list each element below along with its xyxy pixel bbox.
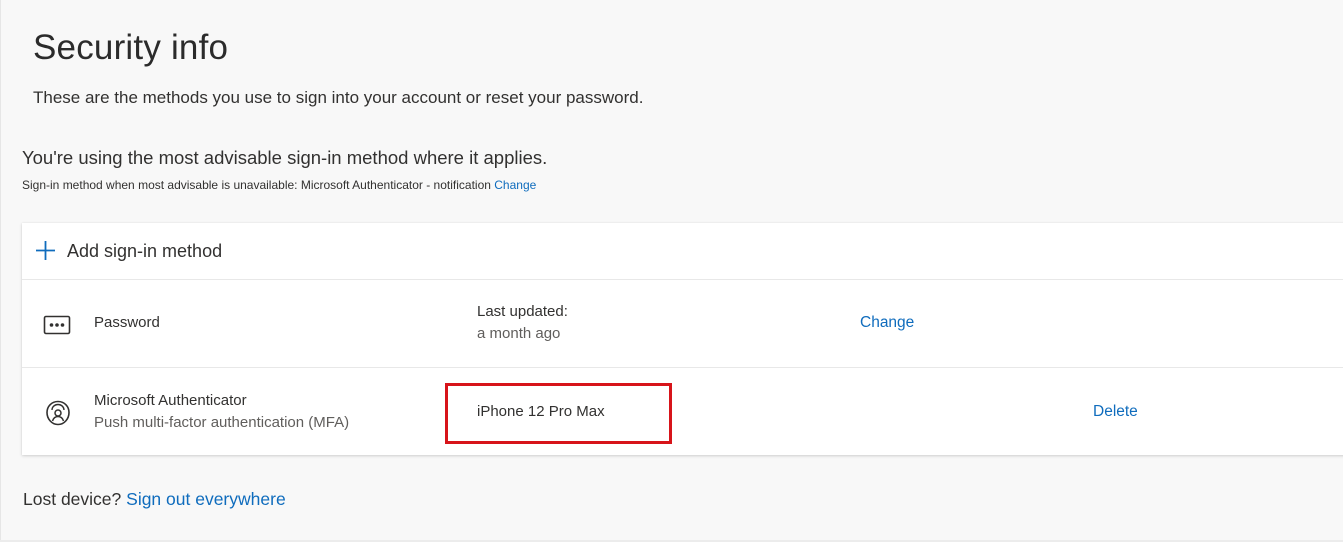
last-updated-label: Last updated:	[477, 303, 568, 320]
sign-in-methods-card: Add sign-in method Password Last updated…	[22, 223, 1343, 455]
page-left-edge	[0, 0, 1, 542]
device-highlight-box	[445, 383, 672, 444]
page-subtitle: These are the methods you use to sign in…	[33, 88, 644, 107]
advisable-method-heading: You're using the most advisable sign-in …	[22, 147, 548, 168]
add-sign-in-method-label: Add sign-in method	[67, 241, 223, 261]
authenticator-lock-icon	[46, 400, 70, 426]
page-title: Security info	[33, 28, 229, 67]
lost-device-label: Lost device?	[23, 489, 122, 509]
password-dots-icon	[43, 315, 71, 335]
change-default-method-link[interactable]: Change	[494, 178, 536, 192]
plus-icon	[36, 241, 55, 260]
method-name-authenticator: Microsoft Authenticator	[94, 392, 247, 409]
last-updated-value: a month ago	[477, 325, 561, 342]
method-row-password: Password Last updated: a month ago Chang…	[22, 279, 1343, 368]
method-subtext-authenticator: Push multi-factor authentication (MFA)	[94, 414, 350, 431]
method-row-authenticator: Microsoft Authenticator Push multi-facto…	[22, 368, 1343, 456]
add-sign-in-method-button[interactable]: Add sign-in method	[22, 223, 1343, 280]
sign-out-everywhere-link[interactable]: Sign out everywhere	[126, 489, 286, 509]
change-password-link[interactable]: Change	[860, 314, 914, 332]
lost-device-line: Lost device? Sign out everywhere	[23, 489, 286, 510]
default-method-line: Sign-in method when most advisable is un…	[22, 178, 536, 192]
default-method-description: Sign-in method when most advisable is un…	[22, 178, 491, 192]
method-name-password: Password	[94, 314, 160, 331]
delete-authenticator-link[interactable]: Delete	[1093, 403, 1138, 421]
